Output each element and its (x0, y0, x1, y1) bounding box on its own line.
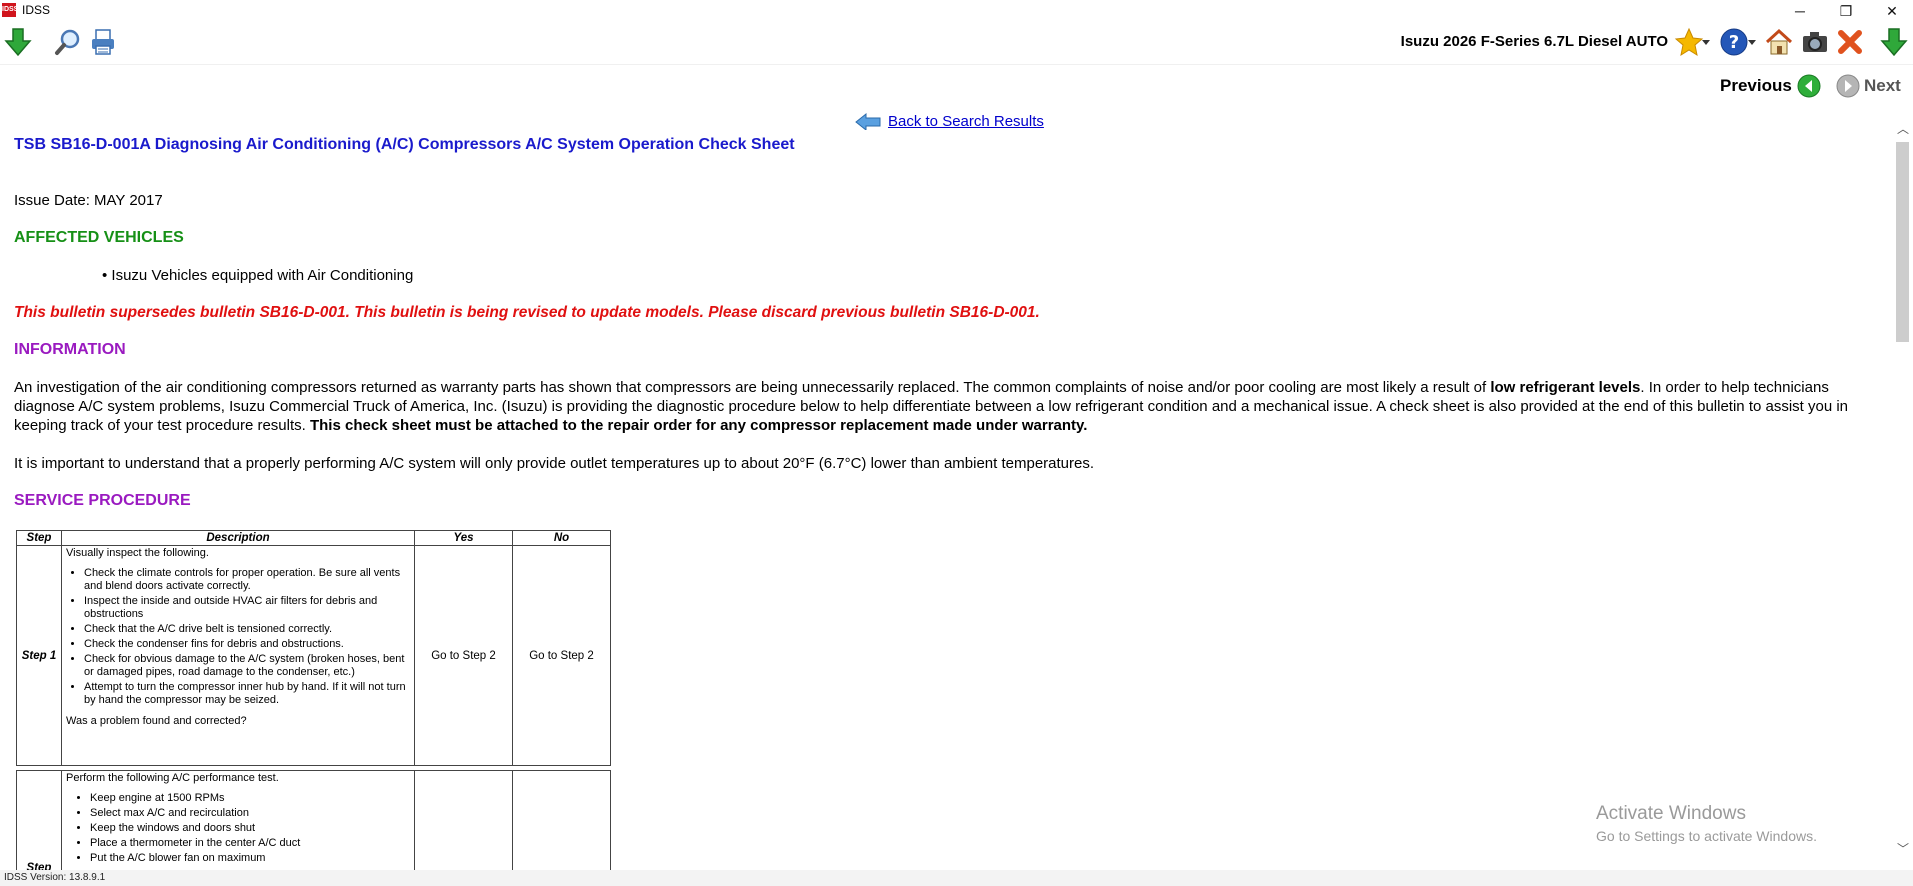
step-1-list: Check the climate controls for proper op… (66, 567, 410, 707)
information-heading: INFORMATION (14, 341, 126, 358)
page-title: TSB SB16-D-001A Diagnosing Air Condition… (14, 136, 795, 153)
list-item: Put the A/C blower fan on maximum (90, 852, 410, 865)
procedure-table: Step Description Yes No Step 1 Visually … (16, 530, 611, 870)
favorite-dropdown-chevron-icon[interactable] (1700, 26, 1712, 58)
step-1-no: Go to Step 2 (512, 545, 611, 766)
list-item: Attempt to turn the compressor inner hub… (84, 681, 410, 707)
info-bold-b: This check sheet must be attached to the… (309, 417, 1088, 434)
list-item: Check that the A/C drive belt is tension… (84, 623, 410, 636)
minimize-button[interactable]: ─ (1780, 0, 1820, 22)
list-item: Select max A/C and recirculation (90, 807, 410, 820)
affected-vehicles-heading: AFFECTED VEHICLES (14, 229, 184, 246)
table-row: Step Perform the following A/C performan… (16, 770, 611, 870)
affected-vehicle-text: Isuzu Vehicles equipped with Air Conditi… (111, 267, 414, 284)
next-label[interactable]: Next (1864, 76, 1901, 96)
back-arrow-icon (854, 108, 884, 134)
scroll-up-arrow-icon[interactable]: ︿ (1893, 120, 1913, 136)
window-title: IDSS (22, 3, 51, 17)
download-icon[interactable] (1878, 26, 1910, 58)
step-1-yes: Go to Step 2 (414, 545, 513, 766)
svg-text:?: ? (1729, 32, 1739, 53)
next-arrow-icon[interactable] (1836, 74, 1860, 98)
activate-windows-subtext: Go to Settings to activate Windows. (1596, 828, 1817, 844)
affected-vehicle-item: • Isuzu Vehicles equipped with Air Condi… (102, 267, 414, 284)
back-to-search-link[interactable]: Back to Search Results (854, 108, 1044, 134)
home-icon[interactable] (1763, 26, 1795, 58)
title-bar: IDSS IDSS ─ ❐ ✕ (0, 0, 1913, 22)
issue-date: Issue Date: MAY 2017 (14, 192, 163, 209)
step-2-list: Keep engine at 1500 RPMs Select max A/C … (66, 792, 410, 865)
scroll-down-arrow-icon[interactable]: ﹀ (1893, 840, 1913, 856)
step-1-description: Visually inspect the following. Check th… (61, 545, 415, 766)
header-step: Step (16, 530, 62, 546)
step-1-question: Was a problem found and corrected? (66, 715, 247, 727)
scroll-thumb[interactable] (1896, 142, 1909, 342)
supersede-notice: This bulletin supersedes bulletin SB16-D… (14, 304, 1040, 321)
vertical-scrollbar[interactable]: ︿ ﹀ (1893, 118, 1913, 860)
previous-arrow-icon[interactable] (1797, 74, 1821, 98)
restore-button[interactable]: ❐ (1826, 0, 1866, 22)
list-item: Check for obvious damage to the A/C syst… (84, 653, 410, 679)
previous-label[interactable]: Previous (1720, 76, 1792, 96)
table-header-row: Step Description Yes No (16, 530, 611, 546)
step-1-label: Step 1 (16, 545, 62, 766)
info-text-a: An investigation of the air conditioning… (14, 379, 1491, 396)
list-item: Inspect the inside and outside HVAC air … (84, 595, 410, 621)
help-dropdown-chevron-icon[interactable] (1746, 26, 1758, 58)
toolbar: Isuzu 2026 F-Series 6.7L Diesel AUTO ? (0, 22, 1913, 65)
information-paragraph: An investigation of the air conditioning… (14, 378, 1854, 435)
step-2-no (512, 770, 611, 870)
app-icon: IDSS (2, 3, 18, 17)
list-item: Keep engine at 1500 RPMs (90, 792, 410, 805)
list-item: Place a thermometer in the center A/C du… (90, 837, 410, 850)
step-1-intro: Visually inspect the following. (66, 547, 209, 559)
info-bold-a: low refrigerant levels (1490, 379, 1641, 396)
print-icon[interactable] (87, 26, 119, 58)
step-2-label: Step (16, 770, 62, 870)
back-to-search-text[interactable]: Back to Search Results (888, 113, 1044, 130)
service-procedure-heading: SERVICE PROCEDURE (14, 492, 191, 509)
information-paragraph-2: It is important to understand that a pro… (14, 455, 1095, 472)
close-window-button[interactable]: ✕ (1872, 0, 1912, 22)
document-content: Back to Search Results TSB SB16-D-001A D… (14, 100, 1884, 870)
close-x-icon[interactable] (1834, 26, 1866, 58)
header-description: Description (61, 530, 415, 546)
list-item: Keep the windows and doors shut (90, 822, 410, 835)
download-icon[interactable] (2, 26, 34, 58)
step-2-intro: Perform the following A/C performance te… (66, 772, 279, 784)
step-2-description: Perform the following A/C performance te… (61, 770, 415, 870)
header-no: No (512, 530, 611, 546)
activate-windows-watermark: Activate Windows (1596, 803, 1746, 824)
status-bar: IDSS Version: 13.8.9.1 (0, 870, 1913, 886)
camera-icon[interactable] (1799, 26, 1831, 58)
step-2-yes (414, 770, 513, 870)
table-row: Step 1 Visually inspect the following. C… (16, 545, 611, 766)
header-yes: Yes (414, 530, 513, 546)
search-icon[interactable] (52, 26, 84, 58)
list-item: Check the climate controls for proper op… (84, 567, 410, 593)
vehicle-label: Isuzu 2026 F-Series 6.7L Diesel AUTO (1400, 33, 1668, 50)
list-item: Check the condenser fins for debris and … (84, 638, 410, 651)
